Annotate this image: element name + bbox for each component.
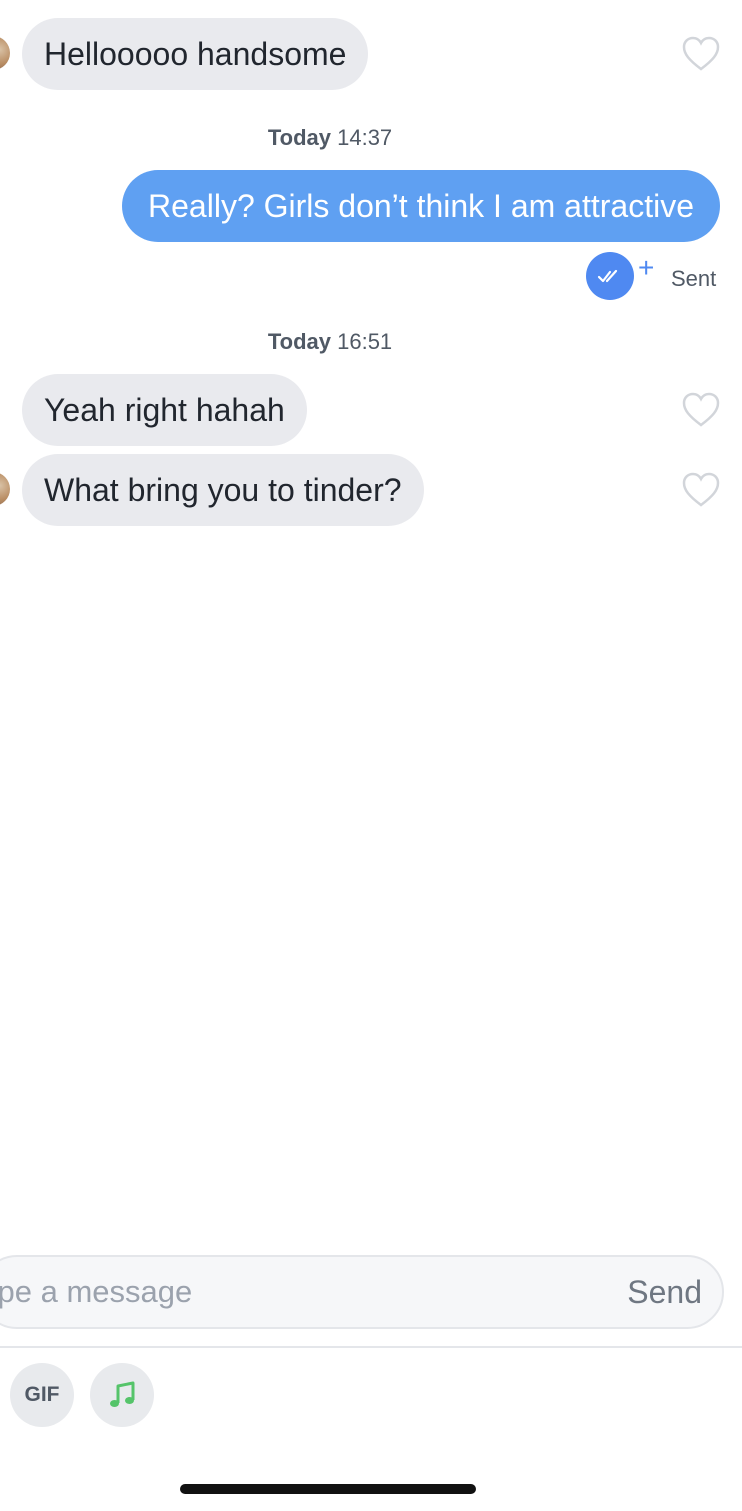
timestamp-day: Today xyxy=(267,125,331,150)
timestamp: Today 14:37 xyxy=(0,125,660,151)
incoming-message[interactable]: Yeah right hahah xyxy=(22,374,307,446)
music-note-icon xyxy=(110,1381,135,1407)
like-heart-icon[interactable] xyxy=(682,472,720,508)
outgoing-message[interactable]: Really? Girls don’t think I am attractiv… xyxy=(122,170,720,242)
timestamp: Today 16:51 xyxy=(0,329,660,355)
message-input[interactable] xyxy=(0,1262,552,1322)
incoming-message[interactable]: What bring you to tinder? xyxy=(22,454,424,526)
double-check-icon xyxy=(597,269,618,283)
plus-icon[interactable]: + xyxy=(638,254,654,282)
music-button[interactable] xyxy=(90,1363,154,1427)
send-button[interactable]: Send xyxy=(627,1274,702,1311)
message-status: Sent xyxy=(671,266,717,291)
timestamp-time: 14:37 xyxy=(337,125,393,150)
timestamp-time: 16:51 xyxy=(337,329,393,354)
gif-label: GIF xyxy=(24,1383,60,1406)
message-text: Hellooooo handsome xyxy=(44,35,347,72)
avatar[interactable] xyxy=(0,472,10,506)
like-heart-icon[interactable] xyxy=(682,392,720,428)
divider xyxy=(0,1346,742,1348)
message-text: Yeah right hahah xyxy=(44,391,285,428)
incoming-message[interactable]: Hellooooo handsome xyxy=(22,18,369,90)
timestamp-day: Today xyxy=(267,329,331,354)
message-text: Really? Girls don’t think I am attractiv… xyxy=(148,187,694,224)
home-indicator[interactable] xyxy=(180,1484,476,1494)
message-composer: Send xyxy=(0,1255,724,1329)
read-receipt-icon[interactable] xyxy=(586,252,634,300)
gif-button[interactable]: GIF xyxy=(10,1363,74,1427)
avatar[interactable] xyxy=(0,36,10,70)
message-text: What bring you to tinder? xyxy=(44,471,402,508)
like-heart-icon[interactable] xyxy=(682,36,720,72)
